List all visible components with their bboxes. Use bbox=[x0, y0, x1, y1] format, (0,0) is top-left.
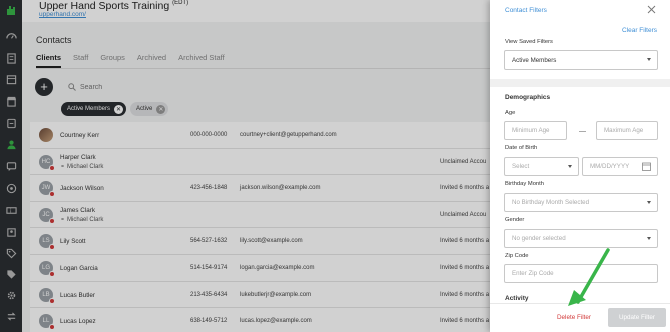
close-icon[interactable] bbox=[647, 5, 656, 14]
gender-value: No gender selected bbox=[512, 235, 566, 242]
calendar-icon[interactable] bbox=[642, 162, 651, 171]
dob-operator-value: Select bbox=[512, 163, 530, 170]
max-age-placeholder: Maximum Age bbox=[604, 127, 644, 134]
update-filter-button[interactable]: Update Filter bbox=[608, 308, 666, 327]
activity-heading: Activity bbox=[505, 295, 529, 302]
delete-filter-button[interactable]: Delete Filter bbox=[557, 314, 591, 321]
min-age-input[interactable]: Minimum Age bbox=[504, 121, 567, 140]
zip-code-label: Zip Code bbox=[505, 253, 529, 259]
birthday-month-value: No Birthday Month Selected bbox=[512, 199, 590, 206]
saved-filters-select[interactable]: Active Members bbox=[504, 50, 658, 70]
saved-filters-label: View Saved Filters bbox=[505, 39, 553, 45]
section-divider bbox=[490, 79, 670, 87]
zip-code-placeholder: Enter Zip Code bbox=[512, 270, 554, 277]
annotation-arrow-icon bbox=[568, 248, 610, 306]
saved-filter-value: Active Members bbox=[512, 56, 557, 64]
age-range-dash: — bbox=[579, 128, 586, 135]
min-age-placeholder: Minimum Age bbox=[512, 127, 550, 134]
modal-backdrop[interactable] bbox=[0, 0, 490, 332]
chevron-down-icon bbox=[568, 165, 572, 168]
dob-operator-select[interactable]: Select bbox=[504, 157, 579, 176]
dob-label: Date of Birth bbox=[505, 145, 538, 151]
dob-date-input[interactable]: MM/DD/YYYY bbox=[582, 157, 658, 176]
age-label: Age bbox=[505, 110, 516, 116]
chevron-down-icon bbox=[647, 237, 651, 240]
dob-date-placeholder: MM/DD/YYYY bbox=[590, 163, 630, 170]
clear-filters-link[interactable]: Clear Filters bbox=[622, 27, 657, 34]
birthday-month-select[interactable]: No Birthday Month Selected bbox=[504, 193, 658, 212]
chevron-down-icon bbox=[647, 58, 651, 61]
gender-label: Gender bbox=[505, 217, 525, 223]
demographics-heading: Demographics bbox=[505, 94, 551, 101]
chevron-down-icon bbox=[647, 201, 651, 204]
panel-title: Contact Filters bbox=[505, 7, 547, 14]
max-age-input[interactable]: Maximum Age bbox=[596, 121, 658, 140]
birthday-month-label: Birthday Month bbox=[505, 181, 544, 187]
